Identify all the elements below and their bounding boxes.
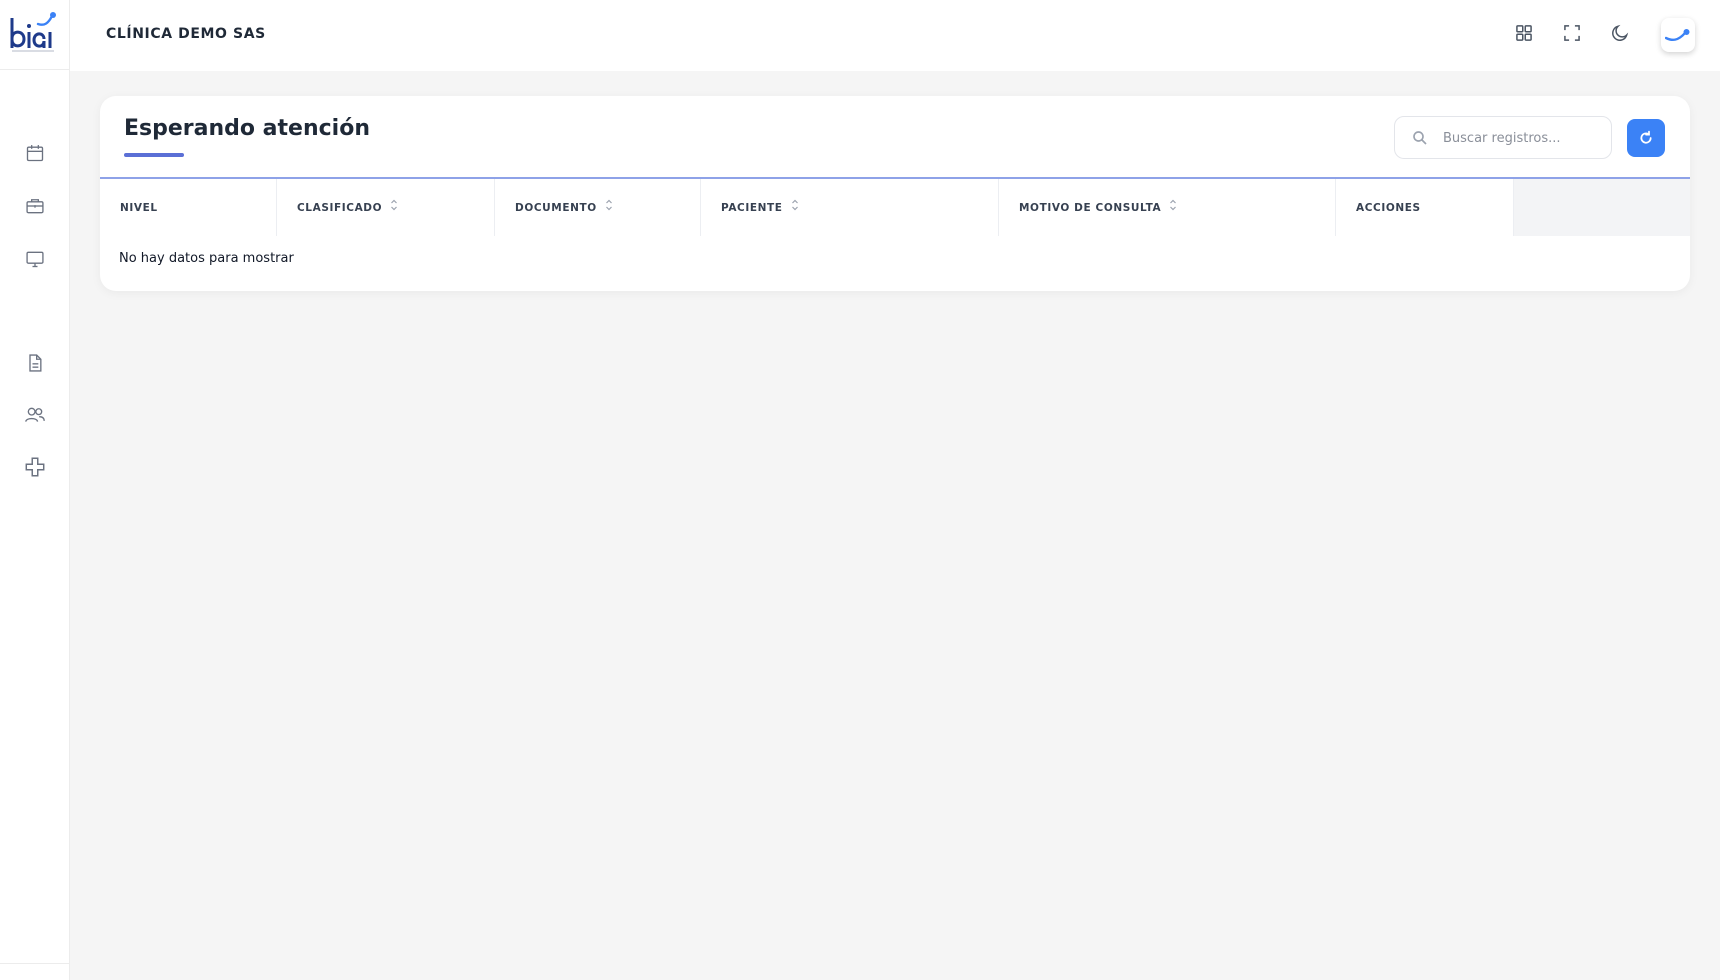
calendar-icon [26, 145, 44, 162]
empty-table-message: No hay datos para mostrar [119, 251, 294, 266]
fullscreen-button[interactable] [1559, 20, 1585, 46]
column-header-clasificado[interactable]: CLASIFICADO [277, 179, 495, 236]
fullscreen-icon [1564, 25, 1580, 41]
refresh-button[interactable] [1627, 119, 1665, 157]
apps-grid-button[interactable] [1511, 20, 1537, 46]
logo[interactable] [0, 0, 70, 70]
biai-logo [10, 12, 56, 52]
column-label: NIVEL [120, 201, 158, 214]
sort-icon[interactable] [1169, 199, 1177, 211]
document-icon [29, 354, 42, 372]
briefcase-icon [26, 199, 44, 214]
sort-icon[interactable] [390, 199, 398, 211]
column-header-documento[interactable]: DOCUMENTO [495, 179, 701, 236]
clinic-name: CLÍNICA DEMO SAS [106, 26, 266, 42]
refresh-icon [1640, 130, 1652, 144]
column-header-motivo-de-consulta[interactable]: MOTIVO DE CONSULTA [999, 179, 1336, 236]
waiting-list-card: Esperando atención NIVEL CLASIFICADO DOC… [100, 96, 1690, 291]
column-header-filler [1514, 179, 1690, 236]
monitor-icon [26, 251, 44, 268]
apps-grid-icon [1516, 25, 1532, 41]
sidebar-item-calendar[interactable] [22, 140, 48, 166]
page-title: Esperando atención [124, 116, 370, 141]
user-avatar[interactable] [1661, 18, 1695, 52]
search-box [1394, 116, 1612, 159]
medical-cross-icon [25, 457, 45, 477]
search-input[interactable] [1443, 127, 1603, 149]
sort-icon[interactable] [791, 199, 799, 211]
column-label: DOCUMENTO [515, 201, 597, 214]
sidebar-item-monitor[interactable] [22, 246, 48, 272]
dark-mode-button[interactable] [1607, 20, 1633, 46]
sidebar-item-users[interactable] [22, 402, 48, 428]
sidebar-item-documents[interactable] [22, 350, 48, 376]
avatar-logo-icon [1665, 29, 1690, 42]
column-header-nivel[interactable]: NIVEL [100, 179, 277, 236]
topbar: CLÍNICA DEMO SAS [70, 0, 1720, 71]
sidebar-item-briefcase[interactable] [22, 193, 48, 219]
sort-icon[interactable] [605, 199, 613, 211]
table-header: NIVEL CLASIFICADO DOCUMENTO PACIENTE MOT… [100, 179, 1690, 236]
column-header-paciente[interactable]: PACIENTE [701, 179, 999, 236]
column-label: CLASIFICADO [297, 201, 383, 214]
sidebar-footer [0, 963, 70, 980]
column-label: PACIENTE [721, 201, 783, 214]
sidebar-item-medical[interactable] [22, 454, 48, 480]
dark-mode-icon [1612, 24, 1629, 41]
users-icon [25, 407, 45, 422]
sidebar [0, 0, 70, 980]
column-label: MOTIVO DE CONSULTA [1019, 201, 1162, 214]
column-header-acciones: ACCIONES [1336, 179, 1514, 236]
column-label: ACCIONES [1356, 201, 1421, 214]
title-underline [124, 153, 184, 157]
search-icon [1413, 131, 1427, 145]
